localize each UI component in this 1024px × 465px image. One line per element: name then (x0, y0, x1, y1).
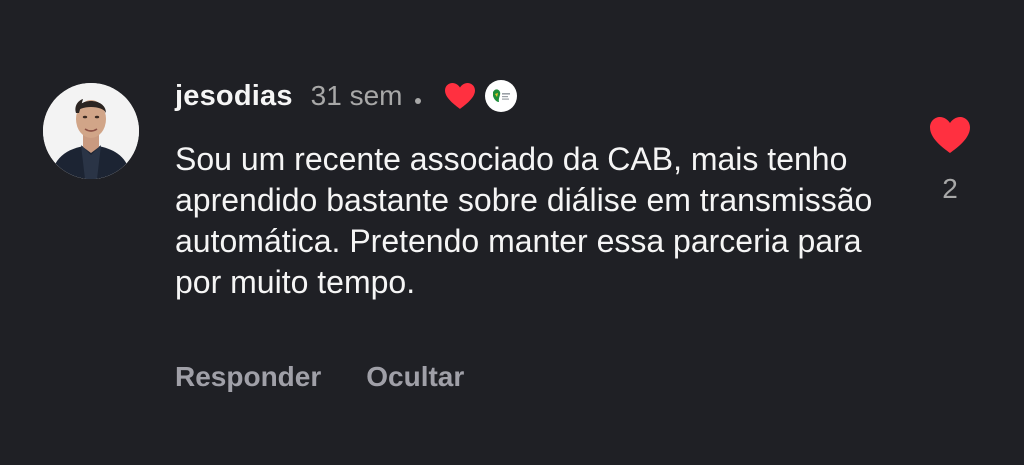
avatar[interactable] (43, 83, 139, 179)
timestamp: 31 sem (310, 80, 403, 111)
comment-actions: Responder Ocultar (175, 361, 464, 393)
separator-dot (414, 98, 421, 104)
like-control: 2 (928, 115, 972, 205)
hide-button[interactable]: Ocultar (366, 361, 464, 393)
profile-badge-icon (492, 89, 510, 102)
heart-icon (444, 83, 475, 109)
comment-item: jesodias 31 sem Sou um recente associado… (0, 0, 1024, 465)
creator-avatar-badge (484, 80, 517, 112)
reply-button[interactable]: Responder (175, 361, 321, 393)
comment-text: Sou um recente associado da CAB, mais te… (175, 141, 873, 300)
comment-header: jesodias 31 sem (175, 78, 517, 114)
heart-icon[interactable] (928, 115, 972, 155)
like-count: 2 (942, 173, 958, 204)
user-photo-icon (43, 83, 139, 179)
username-link[interactable]: jesodias (175, 80, 293, 113)
